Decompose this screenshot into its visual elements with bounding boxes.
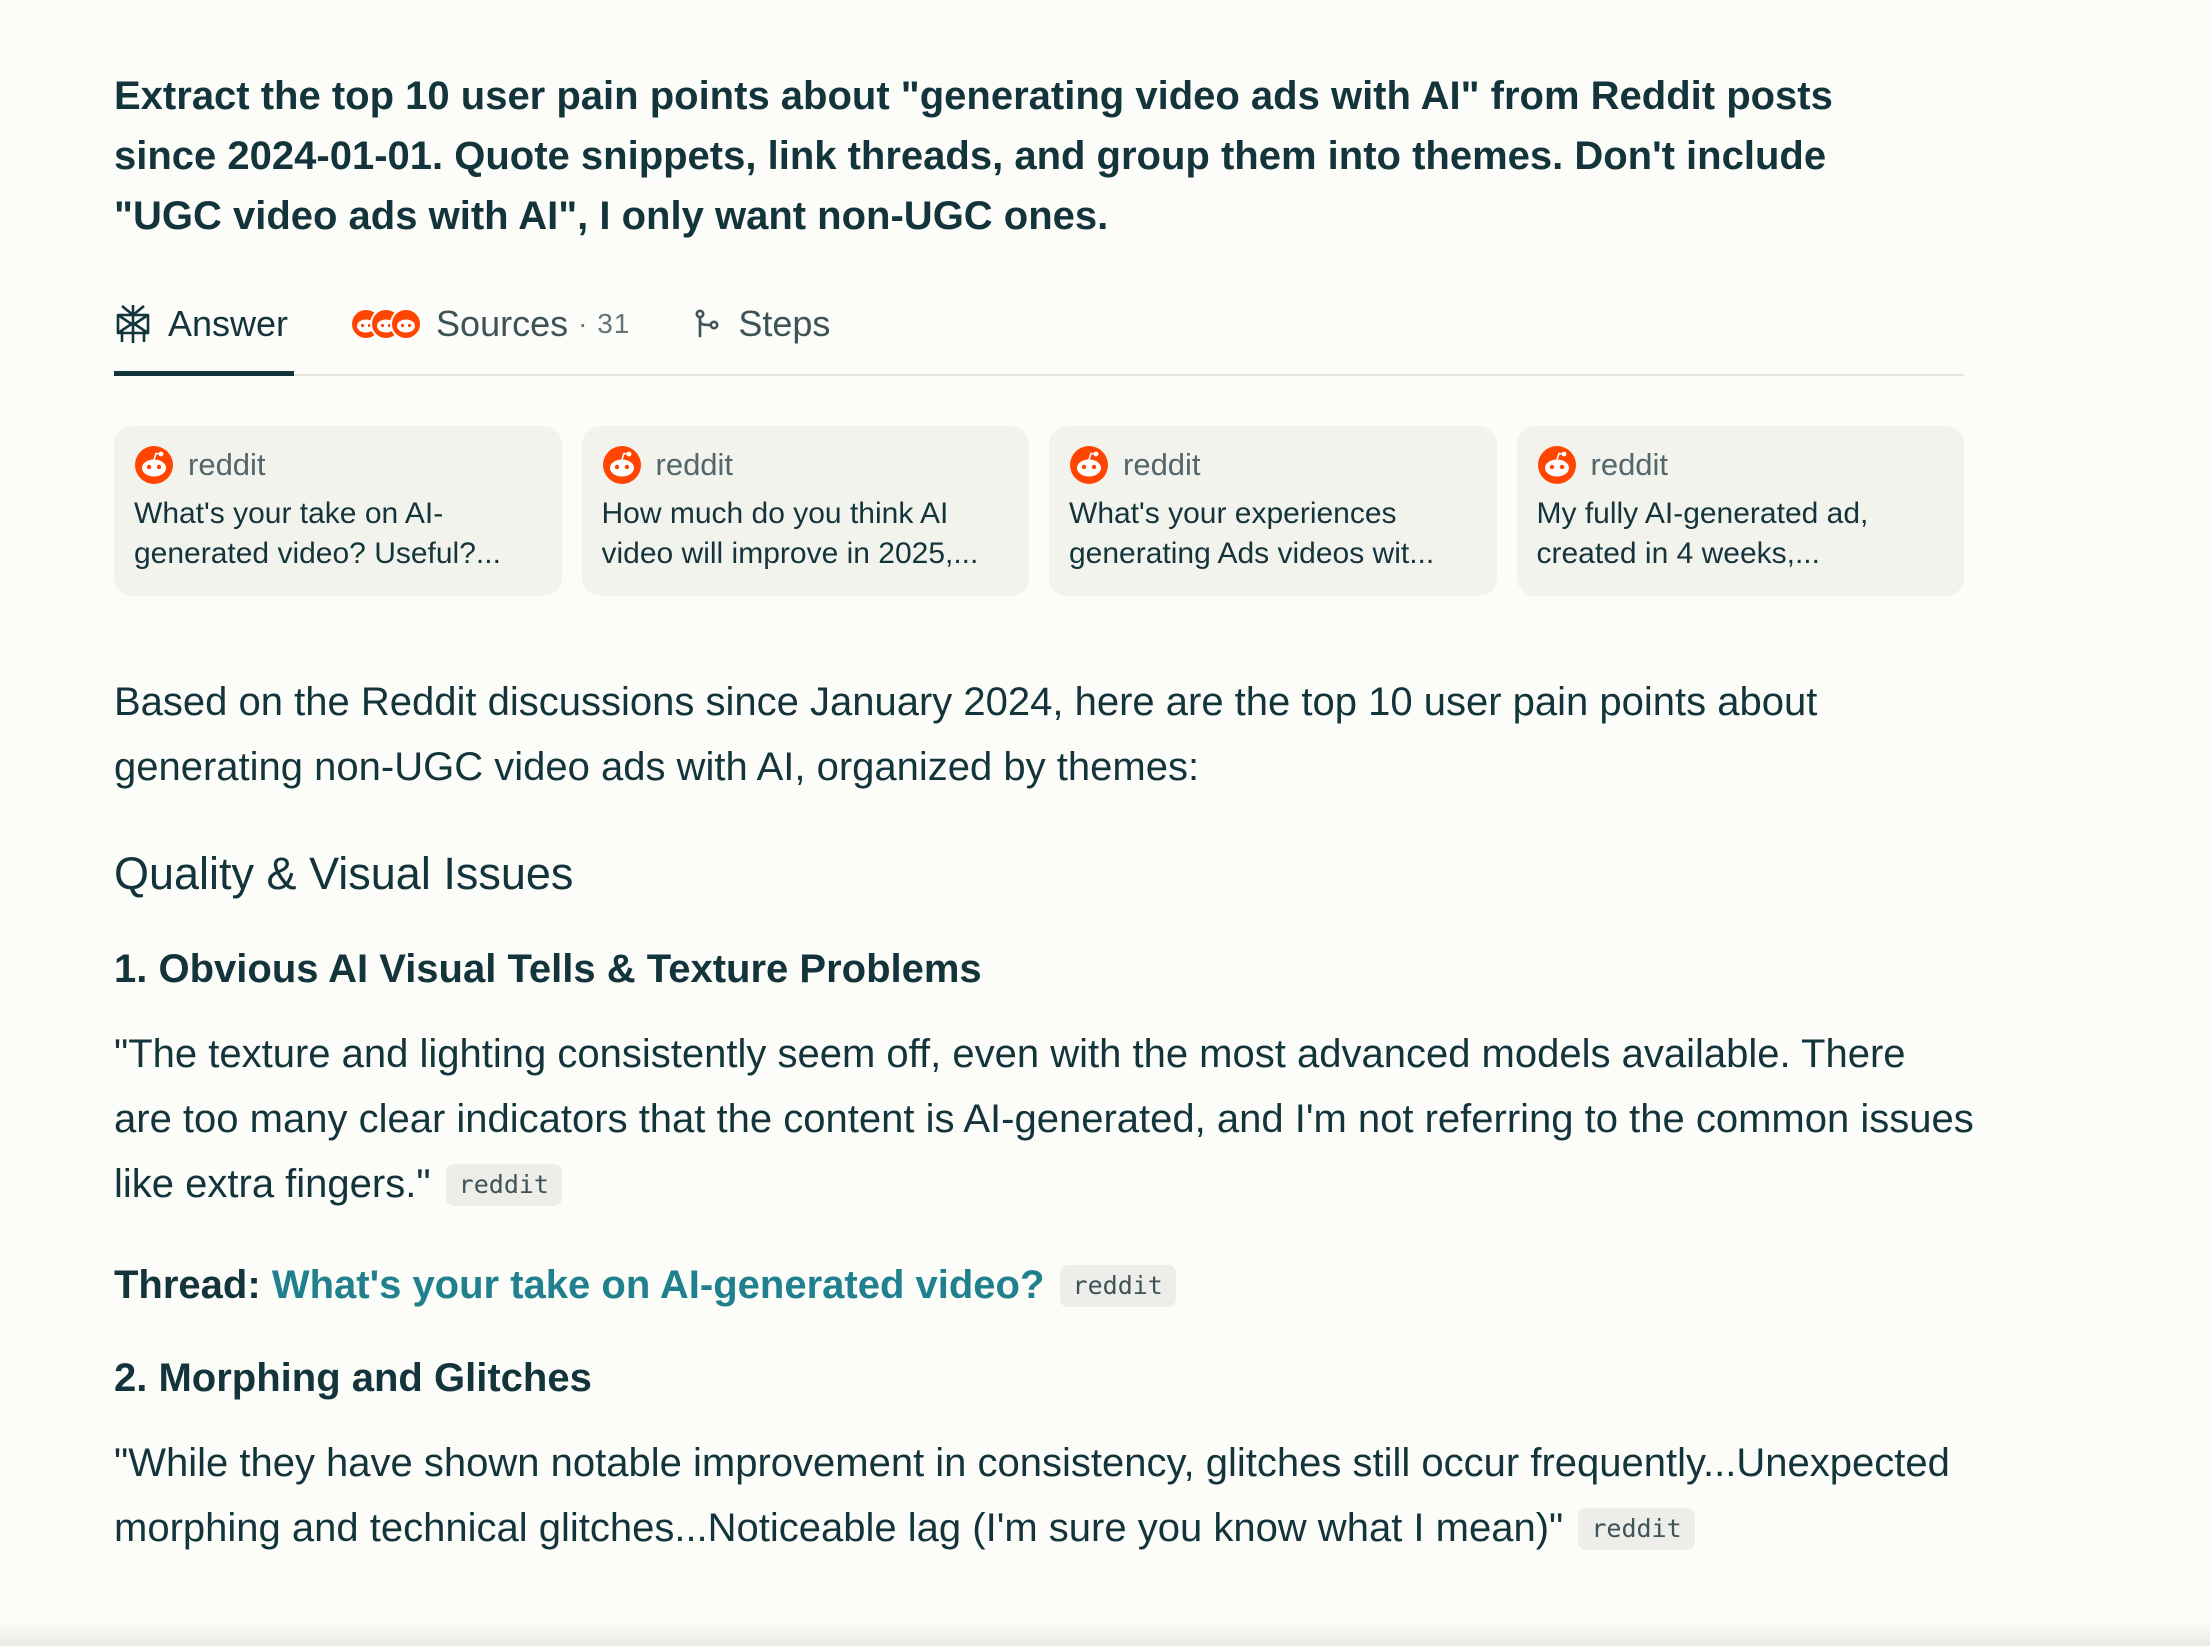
card-title: My fully AI-generated ad, created in 4 w… (1536, 497, 1869, 570)
source-cards: reddit What's your take on AI-generated … (114, 426, 1964, 596)
reddit-avatar-stack (350, 308, 423, 340)
tab-sources[interactable]: Sources · 31 (350, 274, 630, 374)
card-source-name: reddit (655, 447, 734, 482)
card-title: What's your experiences generating Ads v… (1069, 497, 1435, 570)
pain-point-heading: 2. Morphing and Glitches (114, 1356, 592, 1400)
citation-badge[interactable]: reddit (445, 1164, 562, 1206)
card-source: reddit (134, 444, 542, 486)
query-heading: Extract the top 10 user pain points abou… (114, 74, 1833, 238)
source-card[interactable]: reddit How much do you think AI video wi… (581, 426, 1029, 596)
quote-text: "The texture and lighting consistently s… (114, 1032, 1974, 1206)
theme-heading: Quality & Visual Issues (114, 848, 574, 899)
reddit-logo-icon (135, 446, 173, 484)
thread-link[interactable]: What's your take on AI-generated video? (272, 1263, 1045, 1307)
source-card[interactable]: reddit What's your take on AI-generated … (114, 426, 562, 596)
answer-intro: Based on the Reddit discussions since Ja… (114, 680, 1818, 789)
result-tabs: Answer Sources · 31 Steps (114, 274, 1964, 376)
card-source-name: reddit (188, 447, 266, 482)
tab-answer-label: Answer (168, 303, 289, 344)
citation-badge[interactable]: reddit (1059, 1265, 1176, 1307)
bottom-fade (0, 1622, 2210, 1646)
tab-steps[interactable]: Steps (692, 274, 830, 374)
reddit-logo-icon (1537, 446, 1576, 484)
perplexity-logo-icon (114, 303, 152, 345)
main-column: Extract the top 10 user pain points abou… (114, 0, 1974, 1561)
pain-point-heading: 1. Obvious AI Visual Tells & Texture Pro… (114, 947, 982, 991)
pain-point-quote: "While they have shown notable improveme… (114, 1431, 1974, 1561)
card-source: reddit (1537, 444, 1945, 486)
card-source: reddit (1069, 444, 1477, 486)
pain-point-quote: "The texture and lighting consistently s… (114, 1022, 1974, 1217)
card-title: What's your take on AI-generated video? … (134, 497, 501, 570)
tab-steps-label: Steps (738, 303, 831, 344)
branch-steps-icon (692, 308, 722, 340)
sources-count: · 31 (578, 308, 631, 339)
card-source: reddit (602, 444, 1010, 486)
tab-sources-label: Sources (436, 303, 569, 344)
card-source-name: reddit (1590, 447, 1669, 482)
reddit-avatar-icon (390, 308, 423, 340)
answer-page: Extract the top 10 user pain points abou… (0, 0, 2210, 1646)
card-source-name: reddit (1123, 447, 1201, 482)
thread-prefix: Thread: (114, 1263, 261, 1307)
source-card[interactable]: reddit What's your experiences generatin… (1049, 426, 1497, 596)
citation-badge[interactable]: reddit (1578, 1508, 1695, 1550)
reddit-logo-icon (1070, 446, 1108, 484)
tab-answer[interactable]: Answer (114, 274, 295, 376)
reddit-logo-icon (602, 446, 641, 484)
card-title: How much do you think AI video will impr… (601, 497, 979, 570)
source-card[interactable]: reddit My fully AI-generated ad, created… (1516, 426, 1964, 596)
thread-line: Thread: What's your take on AI-generated… (114, 1257, 1964, 1313)
